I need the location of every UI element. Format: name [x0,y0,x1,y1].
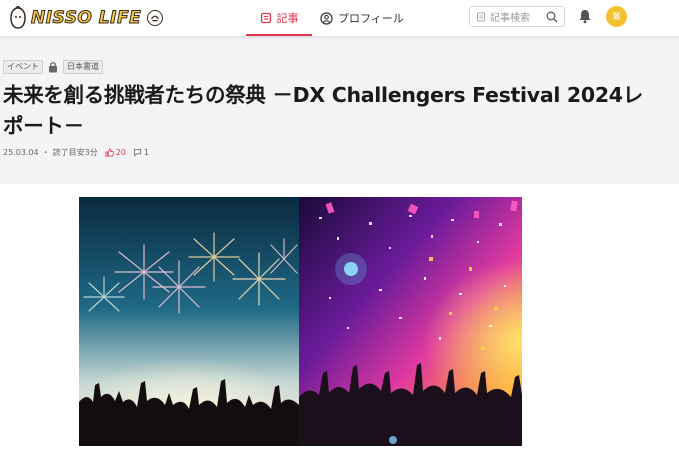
article-meta: 25.03.04 ・ 読了目安3分 20 1 [3,147,149,158]
logo-emblem-icon [147,10,164,26]
site-logo[interactable]: NISSO LIFE [8,4,164,32]
search-box[interactable]: 記事検索 [469,6,565,27]
tag-japanese-calligraphy[interactable]: 日本書道 [63,60,103,74]
comment-icon [133,148,141,157]
nav-tab-articles-label: 記事 [276,12,299,25]
mascot-logo-icon [10,6,26,29]
user-avatar[interactable]: 鷲 [606,6,627,27]
article-icon [260,12,272,24]
thumbs-up-icon [105,148,114,157]
nav-tab-profile-label: プロフィール [338,12,404,25]
notification-bell-icon[interactable] [578,9,592,24]
comment-count: 1 [143,148,149,157]
article-hero-image [79,197,522,446]
nav-tab-profile[interactable]: プロフィール [320,0,404,36]
user-icon [320,11,333,25]
top-navigation-bar: NISSO LIFE 記事 プロフィール 記事検索 鷲 [0,0,679,36]
comment-button[interactable]: 1 [133,148,149,157]
like-button[interactable]: 20 [105,148,126,157]
article-title: 未来を創る挑戦者たちの祭典 －DX Challengers Festival 2… [3,83,643,138]
nav-tab-articles[interactable]: 記事 [246,0,312,36]
read-time: 読了目安3分 [52,148,98,157]
search-input[interactable]: 記事検索 [490,9,542,24]
publish-date: 25.03.04 [3,148,39,157]
tag-event[interactable]: イベント [3,60,43,74]
logo-text: NISSO LIFE [30,8,142,29]
search-icon[interactable] [546,11,558,23]
article-tags: イベント 日本書道 [3,60,103,74]
document-search-icon [477,12,485,21]
lock-icon [49,62,57,73]
avatar-initial: 鷲 [612,12,621,21]
meta-separator: ・ [41,148,50,157]
like-count: 20 [115,148,126,157]
article-header: イベント 日本書道 未来を創る挑戦者たちの祭典 －DX Challengers … [0,36,679,184]
